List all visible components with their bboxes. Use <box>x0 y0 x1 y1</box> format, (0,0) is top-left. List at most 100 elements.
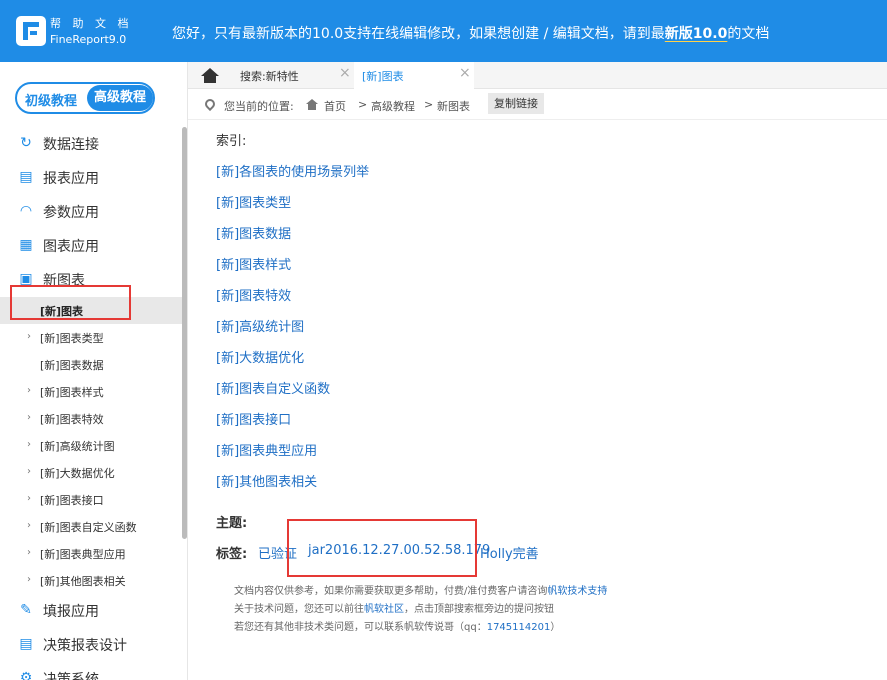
footer-text: 文档内容仅供参考，如果你需要获取更多帮助，付费/准付费客户请咨询 <box>234 586 548 597</box>
index-link[interactable]: [新]图表类型 <box>216 192 291 211</box>
chevron-right-icon: › <box>27 547 31 558</box>
tag-holly[interactable]: Holly完善 <box>480 543 539 562</box>
sidebar-subitem-label: [新]图表接口 <box>40 494 104 507</box>
sidebar-item-report-app[interactable]: ▤ 报表应用 <box>0 160 180 194</box>
index-link[interactable]: [新]图表数据 <box>216 223 291 242</box>
edit-icon: ✎ <box>20 602 32 618</box>
sidebar-item-label: 决策系统 <box>43 672 99 680</box>
sidebar-item-label: 报表应用 <box>43 171 99 187</box>
sidebar-item-data-connection[interactable]: ↻ 数据连接 <box>0 126 180 160</box>
chart-icon: ▦ <box>19 237 33 253</box>
tech-support-link[interactable]: 帆软技术支持 <box>547 586 607 597</box>
sidebar-subitem[interactable]: › [新]图表样式 <box>0 378 182 405</box>
sidebar-subitem[interactable]: › [新]图表特效 <box>0 405 182 432</box>
breadcrumb-level[interactable]: 高级教程 <box>371 98 415 114</box>
sidebar-subitem[interactable]: › [新]图表典型应用 <box>0 540 182 567</box>
sidebar-subitem[interactable]: › [新]图表接口 <box>0 486 182 513</box>
sidebar: 初级教程 高级教程 ↻ 数据连接 ▤ 报表应用 ◠ 参数应用 ▦ 图表应用 ▣ … <box>0 62 188 680</box>
sidebar-item-label: 填报应用 <box>43 604 99 620</box>
index-link[interactable]: [新]其他图表相关 <box>216 471 317 490</box>
breadcrumb-separator: > <box>358 98 368 111</box>
index-link[interactable]: [新]各图表的使用场景列举 <box>216 161 369 180</box>
footer-line: 文档内容仅供参考，如果你需要获取更多帮助，付费/准付费客户请咨询帆软技术支持 <box>234 582 607 597</box>
close-icon[interactable]: × <box>459 65 471 81</box>
chevron-right-icon: › <box>27 385 31 396</box>
breadcrumb-home[interactable]: 首页 <box>324 98 346 114</box>
finereport-logo-icon[interactable] <box>16 16 46 46</box>
sidebar-item-label: 决策报表设计 <box>43 638 127 654</box>
index-link[interactable]: [新]高级统计图 <box>216 316 304 335</box>
sidebar-scrollbar[interactable] <box>182 127 187 539</box>
breadcrumb-prefix: 您当前的位置: <box>224 100 294 113</box>
index-link[interactable]: [新]大数据优化 <box>216 347 304 366</box>
notice-version-link[interactable]: 新版10.0 <box>665 26 728 42</box>
sidebar-subitem-label: [新]图表样式 <box>40 386 104 399</box>
location-pin-icon <box>202 96 218 112</box>
sidebar-subitem-label: [新]图表特效 <box>40 413 104 426</box>
sidebar-item-label: 数据连接 <box>43 137 99 153</box>
sidebar-item-label: 图表应用 <box>43 239 99 255</box>
gear-icon: ⚙ <box>19 670 33 680</box>
sidebar-subitem[interactable]: › [新]图表自定义函数 <box>0 513 182 540</box>
tags-label: 标签: <box>216 547 248 562</box>
tab-label: 搜索:新特性 <box>240 70 299 83</box>
gauge-icon: ◠ <box>19 203 33 219</box>
basic-tutorial-toggle[interactable]: 初级教程 <box>25 90 77 109</box>
level-toggle: 初级教程 高级教程 <box>15 82 155 114</box>
advanced-tutorial-toggle[interactable]: 高级教程 <box>87 85 153 111</box>
sidebar-subitem[interactable]: › [新]高级统计图 <box>0 432 182 459</box>
sidebar-item-decision-report[interactable]: ▤ 决策报表设计 <box>0 627 180 661</box>
chevron-right-icon: › <box>27 466 31 477</box>
copy-link-button[interactable]: 复制链接 <box>488 93 544 114</box>
highlight-box <box>287 519 477 577</box>
sidebar-item-param-app[interactable]: ◠ 参数应用 <box>0 194 180 228</box>
sidebar-subitem-label: [新]大数据优化 <box>40 467 115 480</box>
tab-bar: 搜索:新特性 × [新]图表 × <box>188 62 887 89</box>
highlight-box <box>10 285 131 320</box>
sidebar-item-label: 参数应用 <box>43 205 99 221</box>
sidebar-subitem-label: [新]图表自定义函数 <box>40 521 137 534</box>
footer-text: ） <box>550 622 561 633</box>
report-icon: ▤ <box>19 169 33 185</box>
sidebar-item-decision-system[interactable]: ⚙ 决策系统 <box>0 661 180 680</box>
sidebar-subitem[interactable]: › [新]其他图表相关 <box>0 567 182 594</box>
sidebar-item-fill-app[interactable]: ✎ 填报应用 <box>0 593 180 627</box>
sidebar-subitem-label: [新]高级统计图 <box>40 440 115 453</box>
index-link[interactable]: [新]图表样式 <box>216 254 291 273</box>
topic-label: 主题: <box>216 516 248 531</box>
chevron-right-icon: › <box>27 520 31 531</box>
close-icon[interactable]: × <box>339 65 351 81</box>
sidebar-item-chart-app[interactable]: ▦ 图表应用 <box>0 228 180 262</box>
home-tab[interactable] <box>188 62 232 89</box>
sidebar-subitem[interactable]: › [新]图表类型 <box>0 324 182 351</box>
breadcrumb: 您当前的位置: 首页 > 高级教程 > 新图表 复制链接 <box>188 90 887 120</box>
brand-title: 帮 助 文 档 <box>50 17 133 30</box>
chevron-right-icon: › <box>27 574 31 585</box>
data-connection-icon: ↻ <box>20 135 32 151</box>
chevron-right-icon: › <box>27 439 31 450</box>
tab-new-chart[interactable]: [新]图表 × <box>354 62 474 89</box>
index-link[interactable]: [新]图表自定义函数 <box>216 378 330 397</box>
index-link[interactable]: [新]图表特效 <box>216 285 291 304</box>
community-link[interactable]: 帆软社区 <box>364 604 404 615</box>
notice-suffix: 的文档 <box>727 26 770 42</box>
breadcrumb-current: 新图表 <box>437 100 470 113</box>
tab-search-new-features[interactable]: 搜索:新特性 × <box>232 62 354 89</box>
index-link[interactable]: [新]图表接口 <box>216 409 291 428</box>
index-label: 索引: <box>216 134 247 149</box>
breadcrumb-separator: > <box>424 98 434 111</box>
notice-prefix: 您好，只有最新版本的10.0支持在线编辑修改，如果想创建 / 编辑文档，请到最 <box>172 26 665 42</box>
index-link[interactable]: [新]图表典型应用 <box>216 440 317 459</box>
sidebar-subitem-label: [新]图表类型 <box>40 332 104 345</box>
chevron-right-icon: › <box>27 493 31 504</box>
sidebar-subitem[interactable]: [新]图表数据 <box>0 351 182 378</box>
sidebar-subitem-label: [新]图表典型应用 <box>40 548 126 561</box>
home-icon[interactable] <box>306 99 318 110</box>
tab-label: [新]图表 <box>362 70 404 83</box>
footer-text: 若您还有其他非技术类问题，可以联系帆软传说哥（qq： <box>234 622 487 633</box>
qq-link[interactable]: 1745114201 <box>487 622 551 633</box>
sidebar-subitem-label: [新]图表数据 <box>40 359 104 372</box>
report-design-icon: ▤ <box>19 636 33 652</box>
brand-subtitle: FineReport9.0 <box>50 33 127 46</box>
sidebar-subitem[interactable]: › [新]大数据优化 <box>0 459 182 486</box>
